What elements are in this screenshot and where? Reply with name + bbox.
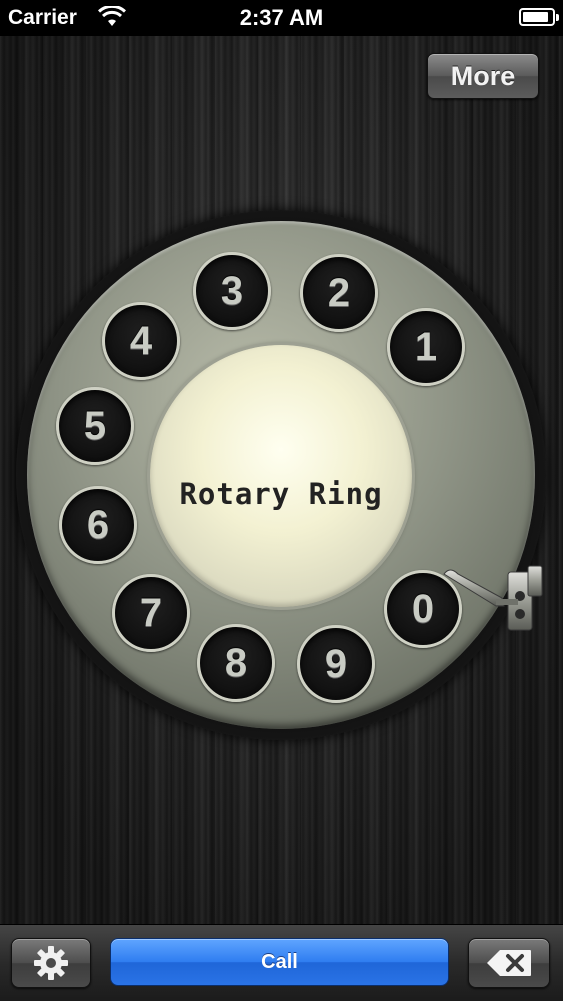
finger-hole-4[interactable]: 4: [102, 302, 180, 380]
finger-hole-6[interactable]: 6: [59, 486, 137, 564]
settings-button[interactable]: [11, 938, 91, 988]
status-bar: Carrier 2:37 AM: [0, 0, 563, 36]
gear-icon: [34, 946, 68, 980]
finger-hole-5[interactable]: 5: [56, 387, 134, 465]
more-button[interactable]: More: [427, 53, 539, 99]
finger-stop-icon: [443, 565, 543, 631]
finger-hole-1[interactable]: 1: [387, 308, 465, 386]
delete-button[interactable]: [468, 938, 550, 988]
finger-hole-8[interactable]: 8: [197, 624, 275, 702]
finger-hole-2[interactable]: 2: [300, 254, 378, 332]
dial-center-title: Rotary Ring: [179, 477, 383, 511]
finger-hole-7[interactable]: 7: [112, 574, 190, 652]
call-button[interactable]: Call: [110, 938, 449, 986]
status-time: 2:37 AM: [239, 5, 324, 30]
backspace-icon: [487, 950, 531, 976]
battery-level: [523, 12, 549, 22]
battery-icon: [519, 8, 559, 26]
finger-hole-9[interactable]: 9: [297, 625, 375, 703]
finger-hole-3[interactable]: 3: [193, 252, 271, 330]
dial-center-label: Rotary Ring: [150, 345, 412, 607]
